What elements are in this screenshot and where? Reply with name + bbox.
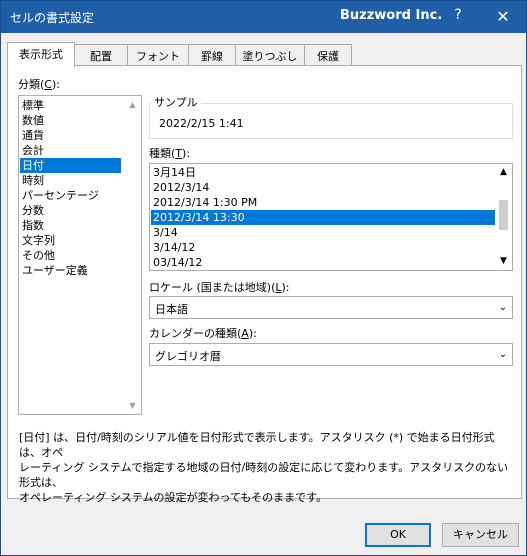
- list-item[interactable]: 文字列: [20, 233, 121, 248]
- scroll-down-icon[interactable]: ▼: [495, 253, 512, 270]
- list-item[interactable]: 会計: [20, 143, 121, 158]
- calendar-value: グレゴリオ暦: [155, 350, 221, 363]
- chevron-down-icon[interactable]: ⌄: [494, 344, 512, 365]
- list-item[interactable]: 通貨: [20, 128, 121, 143]
- locale-label: ロケール (国または地域)(L):: [149, 281, 290, 294]
- list-item[interactable]: 時刻: [20, 173, 121, 188]
- format-cells-dialog: セルの書式設定 Buzzword Inc. ? ✕ 表示形式 配置 フォント 罫…: [0, 0, 527, 556]
- tab-font[interactable]: フォント: [127, 44, 189, 66]
- tab-number[interactable]: 表示形式: [7, 42, 75, 67]
- list-item[interactable]: 3/14: [151, 225, 495, 240]
- scroll-down-icon[interactable]: ▼: [124, 397, 141, 414]
- description-line: レーティング システムで指定する地域の日付/時刻の設定に応じて変わります。アスタ…: [19, 461, 509, 489]
- tab-alignment[interactable]: 配置: [74, 44, 128, 66]
- list-item[interactable]: パーセンテージ: [20, 188, 121, 203]
- chevron-down-icon[interactable]: ⌄: [494, 297, 512, 318]
- category-scrollbar[interactable]: ▲ ▼: [124, 96, 141, 414]
- list-item[interactable]: ユーザー定義: [20, 263, 121, 278]
- list-item[interactable]: 数値: [20, 113, 121, 128]
- dialog-title: セルの書式設定: [10, 11, 95, 25]
- list-item[interactable]: 3/14/12: [151, 240, 495, 255]
- ok-button[interactable]: OK: [365, 523, 431, 547]
- list-item[interactable]: 03/14/12: [151, 255, 495, 270]
- number-tab-panel: 分類(C): 標準 数値 通貨 会計 日付 時刻 パーセンテージ 分数 指数 文…: [7, 65, 522, 504]
- category-label: 分類(C):: [18, 78, 60, 91]
- locale-select[interactable]: 日本語 ⌄: [149, 296, 513, 319]
- app-name: Buzzword Inc.: [340, 8, 443, 23]
- list-item[interactable]: 3月14日: [151, 165, 495, 180]
- sample-value: 2022/2/15 1:41: [159, 117, 244, 130]
- description-line: オペレーティング システムの設定が変わってもそのままです。: [19, 491, 328, 504]
- list-item-selected[interactable]: 2012/3/14 13:30: [151, 210, 495, 225]
- description-line: [日付] は、日付/時刻のシリアル値を日付形式で表示します。アスタリスク (*)…: [19, 431, 495, 459]
- help-button[interactable]: ?: [447, 7, 469, 27]
- scroll-up-icon[interactable]: ▲: [124, 96, 141, 113]
- category-list[interactable]: 標準 数値 通貨 会計 日付 時刻 パーセンテージ 分数 指数 文字列 その他 …: [18, 95, 142, 415]
- tab-strip: 表示形式 配置 フォント 罫線 塗りつぶし 保護: [7, 42, 522, 67]
- tab-protection[interactable]: 保護: [304, 44, 352, 66]
- list-item[interactable]: 2012/3/14 1:30 PM: [151, 195, 495, 210]
- list-item[interactable]: 2012/3/14: [151, 180, 495, 195]
- list-item[interactable]: 標準: [20, 98, 121, 113]
- title-bar: セルの書式設定 Buzzword Inc. ? ✕: [1, 1, 526, 33]
- close-button[interactable]: ✕: [490, 5, 516, 29]
- cancel-button[interactable]: キャンセル: [442, 523, 519, 547]
- locale-value: 日本語: [155, 303, 188, 316]
- type-scrollbar[interactable]: ▲ ▼: [495, 164, 512, 270]
- calendar-select[interactable]: グレゴリオ暦 ⌄: [149, 343, 513, 366]
- tab-border[interactable]: 罫線: [188, 44, 236, 66]
- list-item[interactable]: その他: [20, 248, 121, 263]
- calendar-label: カレンダーの種類(A):: [149, 327, 257, 340]
- tab-fill[interactable]: 塗りつぶし: [235, 44, 305, 66]
- sample-title: サンプル: [151, 94, 201, 110]
- scroll-up-icon[interactable]: ▲: [495, 164, 512, 181]
- list-item-selected[interactable]: 日付: [20, 158, 121, 173]
- type-label: 種類(T):: [149, 147, 191, 160]
- scrollbar-thumb[interactable]: [499, 200, 508, 230]
- description-text: [日付] は、日付/時刻のシリアル値を日付形式で表示します。アスタリスク (*)…: [19, 430, 514, 505]
- list-item[interactable]: 分数: [20, 203, 121, 218]
- type-list[interactable]: 3月14日 2012/3/14 2012/3/14 1:30 PM 2012/3…: [149, 163, 513, 271]
- list-item[interactable]: 指数: [20, 218, 121, 233]
